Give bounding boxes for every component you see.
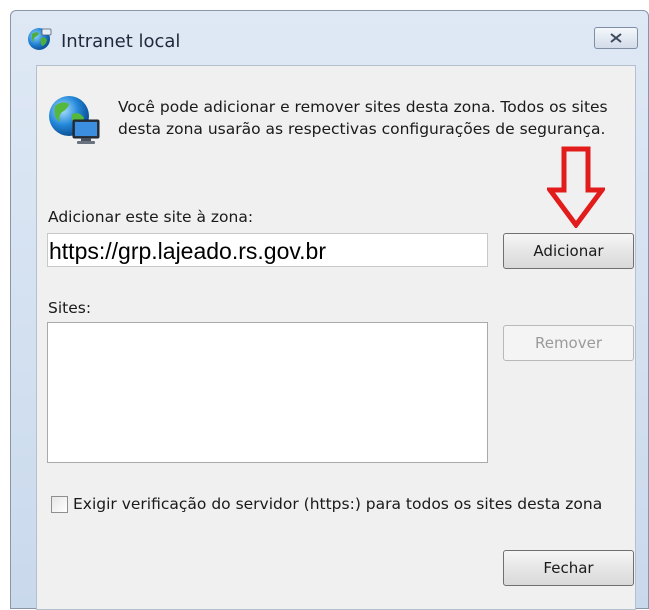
https-verification-checkbox[interactable] <box>51 495 68 513</box>
zone-description: Você pode adicionar e remover sites dest… <box>118 98 608 138</box>
remove-button[interactable]: Remover <box>503 325 634 361</box>
https-verification-label[interactable]: Exigir verificação do servidor (https:) … <box>73 495 602 513</box>
sites-label: Sites: <box>48 299 92 317</box>
sites-list[interactable] <box>47 322 488 463</box>
window-close-button[interactable] <box>594 27 638 49</box>
close-icon <box>610 33 622 43</box>
https-verification-option[interactable]: Exigir verificação do servidor (https:) … <box>51 495 602 513</box>
intranet-zone-icon <box>49 96 100 144</box>
add-button[interactable]: Adicionar <box>503 233 634 269</box>
add-site-label: Adicionar este site à zona: <box>48 208 254 226</box>
add-site-input[interactable] <box>47 233 488 267</box>
window-title: Intranet local <box>61 31 181 52</box>
arrow-down-icon <box>547 146 605 228</box>
globe-icon <box>28 28 52 50</box>
close-button[interactable]: Fechar <box>503 550 634 586</box>
title-bar: Intranet local <box>11 11 648 63</box>
dialog-content: Você pode adicionar e remover sites dest… <box>36 65 636 610</box>
intranet-local-dialog: Intranet local Você pode adicionar e rem… <box>10 10 649 610</box>
